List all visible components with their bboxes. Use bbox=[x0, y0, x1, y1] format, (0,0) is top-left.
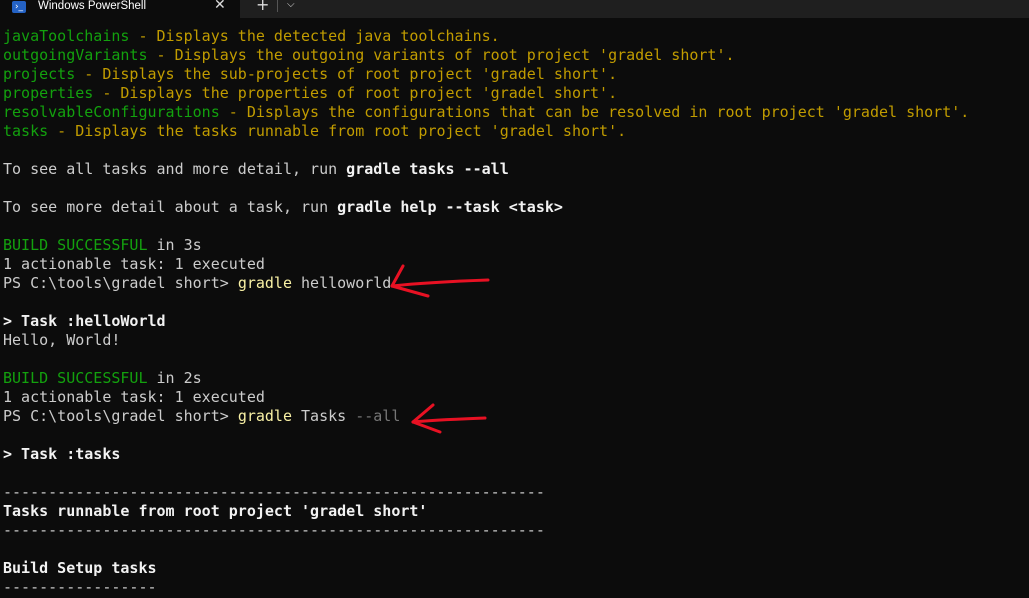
terminal-line: ----------------- bbox=[3, 578, 1023, 597]
chevron-down-icon[interactable]: ⌵ bbox=[287, 0, 295, 12]
terminal-text: ----------------------------------------… bbox=[3, 521, 545, 539]
terminal-line: BUILD SUCCESSFUL in 3s bbox=[3, 236, 1023, 255]
terminal-line: javaToolchains - Displays the detected j… bbox=[3, 27, 1023, 46]
terminal-line: PS C:\tools\gradel short> gradle Tasks -… bbox=[3, 407, 1023, 426]
terminal-text: To see more detail about a task, run bbox=[3, 198, 338, 216]
tab-windows-powershell[interactable]: ›_ Windows PowerShell ✕ bbox=[0, 0, 240, 18]
terminal-text: - Displays the properties of root projec… bbox=[93, 84, 618, 102]
terminal-text: --all bbox=[355, 407, 401, 425]
terminal-line: resolvableConfigurations - Displays the … bbox=[3, 103, 1023, 122]
terminal-text: Tasks bbox=[292, 407, 356, 425]
terminal-line: Build Setup tasks bbox=[3, 559, 1023, 578]
tab-title: Windows PowerShell bbox=[38, 0, 147, 12]
terminal-text: tasks bbox=[3, 122, 49, 140]
terminal-text: javaToolchains bbox=[3, 27, 130, 45]
terminal-text: Build Setup tasks bbox=[3, 559, 157, 577]
terminal-line: > Task :tasks bbox=[3, 445, 1023, 464]
terminal-text: 1 actionable task: 1 executed bbox=[3, 388, 265, 406]
terminal-text: gradle bbox=[237, 407, 292, 425]
close-tab-icon[interactable]: ✕ bbox=[214, 0, 226, 12]
terminal-text: gradle tasks --all bbox=[346, 160, 509, 178]
terminal-text: projects bbox=[3, 65, 76, 83]
terminal-text: PS C:\tools\gradel short> bbox=[3, 274, 238, 292]
terminal-line: Tasks runnable from root project 'gradel… bbox=[3, 502, 1023, 521]
terminal-line: 1 actionable task: 1 executed bbox=[3, 255, 1023, 274]
terminal-line: BUILD SUCCESSFUL in 2s bbox=[3, 369, 1023, 388]
terminal-line: PS C:\tools\gradel short> gradle hellowo… bbox=[3, 274, 1023, 293]
new-tab-button[interactable]: + bbox=[256, 0, 269, 13]
terminal-text: > Task :tasks bbox=[3, 445, 121, 463]
terminal-line: projects - Displays the sub-projects of … bbox=[3, 65, 1023, 84]
terminal-line: tasks - Displays the tasks runnable from… bbox=[3, 122, 1023, 141]
terminal-output[interactable]: javaToolchains - Displays the detected j… bbox=[3, 27, 1023, 598]
terminal-text: in 3s bbox=[147, 236, 202, 254]
terminal-line: ----------------------------------------… bbox=[3, 483, 1023, 502]
terminal-text: PS C:\tools\gradel short> bbox=[3, 407, 238, 425]
terminal-line: ----------------------------------------… bbox=[3, 521, 1023, 540]
terminal-text: ----------------------------------------… bbox=[3, 483, 545, 501]
terminal-line: > Task :helloWorld bbox=[3, 312, 1023, 331]
tab-divider bbox=[277, 0, 278, 12]
terminal-text: - Displays the tasks runnable from root … bbox=[48, 122, 627, 140]
terminal-text: resolvableConfigurations bbox=[3, 103, 220, 121]
terminal-text: > Task :helloWorld bbox=[3, 312, 166, 330]
terminal-text: properties bbox=[3, 84, 94, 102]
terminal-text: BUILD SUCCESSFUL bbox=[3, 236, 148, 254]
terminal-text: - Displays the configurations that can b… bbox=[219, 103, 970, 121]
terminal-text: gradle bbox=[237, 274, 292, 292]
terminal-text: BUILD SUCCESSFUL bbox=[3, 369, 148, 387]
terminal-line: properties - Displays the properties of … bbox=[3, 84, 1023, 103]
terminal-text: - Displays the detected java toolchains. bbox=[129, 27, 500, 45]
terminal-line: Hello, World! bbox=[3, 331, 1023, 350]
terminal-text: gradle help --task <task> bbox=[337, 198, 563, 216]
terminal-text: outgoingVariants bbox=[3, 46, 148, 64]
terminal-line: To see all tasks and more detail, run gr… bbox=[3, 160, 1023, 179]
title-bar: ›_ Windows PowerShell ✕ + ⌵ bbox=[0, 0, 1029, 18]
terminal-text: ----------------- bbox=[3, 578, 157, 596]
terminal-line: To see more detail about a task, run gra… bbox=[3, 198, 1023, 217]
terminal-line: outgoingVariants - Displays the outgoing… bbox=[3, 46, 1023, 65]
terminal-line: 1 actionable task: 1 executed bbox=[3, 388, 1023, 407]
terminal-text: helloworld bbox=[292, 274, 392, 292]
terminal-text: Hello, World! bbox=[3, 331, 121, 349]
terminal-text: - Displays the sub-projects of root proj… bbox=[75, 65, 618, 83]
terminal-text: To see all tasks and more detail, run bbox=[3, 160, 347, 178]
terminal-text: - Displays the outgoing variants of root… bbox=[147, 46, 735, 64]
terminal-text: in 2s bbox=[147, 369, 202, 387]
terminal-text: 1 actionable task: 1 executed bbox=[3, 255, 265, 273]
powershell-icon: ›_ bbox=[12, 1, 26, 13]
terminal-text: Tasks runnable from root project 'gradel… bbox=[3, 502, 428, 520]
